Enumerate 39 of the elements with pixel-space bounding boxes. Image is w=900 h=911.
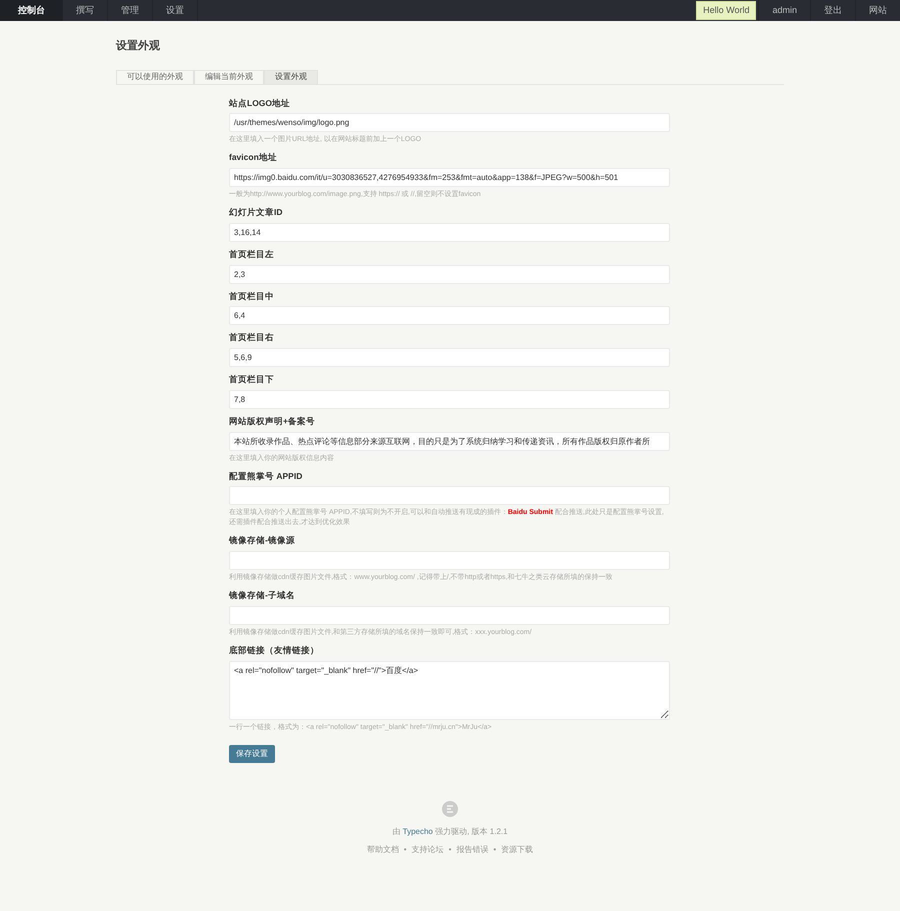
field-label: 镜像存储-镜像源 [229,534,296,547]
text-field[interactable]: 2,3 [229,264,670,284]
field-label: 首页栏目下 [229,373,275,386]
field-label: favicon地址 [229,151,278,164]
field-label: 首页栏目右 [229,331,275,344]
nav-link[interactable]: 登出 [810,0,855,21]
text-field[interactable]: /usr/themes/wenso/img/logo.png [229,113,670,132]
nav-item[interactable]: 设置 [153,0,198,21]
field-label: 首页栏目中 [229,290,275,302]
text-field[interactable]: 6,4 [229,306,670,326]
separator-dot: • [448,844,452,856]
field-label: 镜像存储-子域名 [229,589,296,602]
field-label: 站点LOGO地址 [229,96,292,110]
text-field[interactable]: 3,16,14 [229,222,670,242]
text-field[interactable]: 本站所收录作品、热点评论等信息部分来源互联网，目的只是为了系统归纳学习和传递资讯，所有作品版权归原作者所 [229,432,670,450]
powered-by-text: 由 Typecho 强力驱动, 版本 1.2.1 [392,826,508,838]
user-link[interactable]: Hello World [696,1,756,20]
nav-link[interactable]: admin [758,0,810,21]
tab[interactable]: 编辑当前外观 [194,70,264,84]
nav-link[interactable]: 网站 [855,0,900,21]
field-label: 首页栏目左 [229,248,275,260]
nav-item[interactable]: 控制台 [0,0,63,21]
tab[interactable]: 可以使用的外观 [116,70,194,84]
field-label: 配置熊掌号 APPID [229,470,304,482]
page-title: 设置外观 [116,38,161,54]
logo-icon [442,800,458,816]
text-field[interactable]: https://img0.baidu.com/it/u=3030836527,4276954933&fm=253&fmt=auto&app=138&f=JPEG?w=500&h=501 [229,168,670,187]
nav-item[interactable]: 撰写 [63,0,108,21]
separator-dot: • [404,844,407,856]
save-button[interactable]: 保存设置 [229,744,275,762]
tab[interactable]: 设置外观 [264,70,318,84]
field-label: 网站版权声明+备案号 [229,414,316,428]
text-area[interactable]: <a rel="nofollow" target="_blank" href="//">百度</a> [229,660,670,720]
text-field[interactable]: 5,6,9 [229,348,670,367]
field-label: 幻灯片文章ID [229,206,284,219]
nav-item[interactable]: 管理 [108,0,153,21]
field-label: 底部链接（友情链接） [229,644,320,656]
separator-dot: • [493,844,496,856]
text-field[interactable]: 7,8 [229,390,670,409]
